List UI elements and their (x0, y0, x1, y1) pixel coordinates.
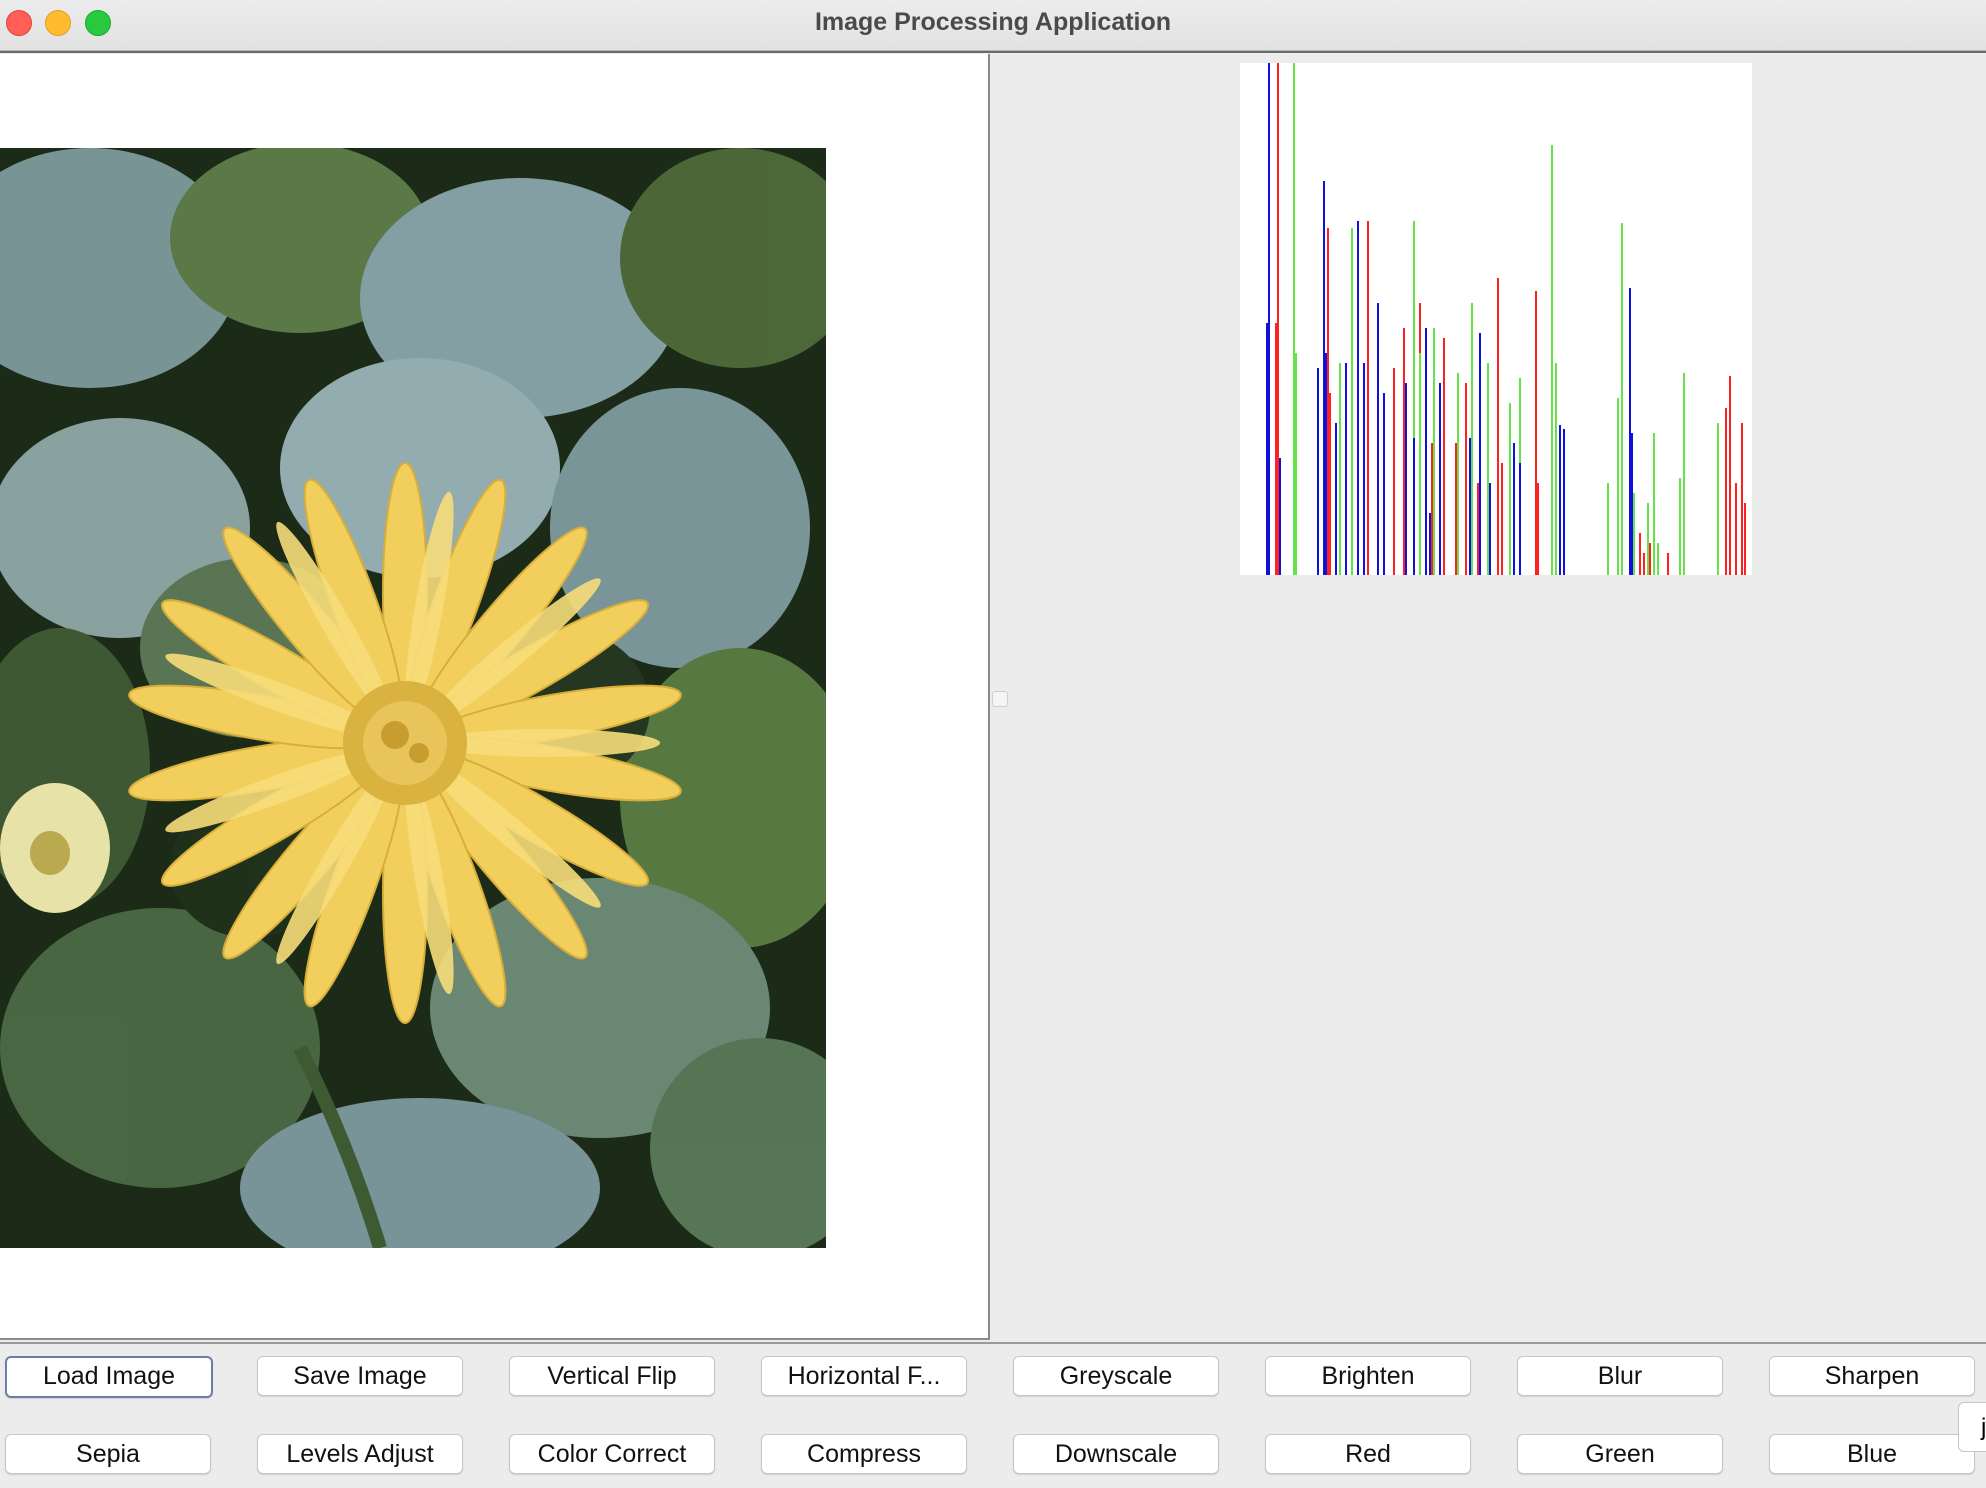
downscale-button[interactable]: Downscale (1013, 1434, 1219, 1474)
image-preview (0, 148, 826, 1248)
vertical-flip-button[interactable]: Vertical Flip (509, 1356, 715, 1396)
green-channel-button[interactable]: Green (1517, 1434, 1723, 1474)
histogram-blue-series (1266, 63, 1633, 575)
overflow-control[interactable]: j (1958, 1402, 1986, 1452)
sharpen-button[interactable]: Sharpen (1769, 1356, 1975, 1396)
blur-button[interactable]: Blur (1517, 1356, 1723, 1396)
split-pane-divider-handle[interactable] (992, 691, 1008, 707)
greyscale-button[interactable]: Greyscale (1013, 1356, 1219, 1396)
save-image-button[interactable]: Save Image (257, 1356, 463, 1396)
brighten-button[interactable]: Brighten (1265, 1356, 1471, 1396)
window-title: Image Processing Application (814, 8, 1172, 36)
sepia-button[interactable]: Sepia (5, 1434, 211, 1474)
title-bar: Image Processing Application (0, 0, 1986, 51)
blue-channel-button[interactable]: Blue (1769, 1434, 1975, 1474)
compress-button[interactable]: Compress (761, 1434, 967, 1474)
histogram-panel (1240, 63, 1752, 575)
red-channel-button[interactable]: Red (1265, 1434, 1471, 1474)
horizontal-flip-button[interactable]: Horizontal F... (761, 1356, 967, 1396)
color-correct-button[interactable]: Color Correct (509, 1434, 715, 1474)
levels-adjust-button[interactable]: Levels Adjust (257, 1434, 463, 1474)
load-image-button[interactable]: Load Image (5, 1356, 213, 1398)
title-separator (0, 51, 1986, 53)
image-panel (0, 54, 990, 1340)
histogram-chart (1266, 63, 1746, 575)
